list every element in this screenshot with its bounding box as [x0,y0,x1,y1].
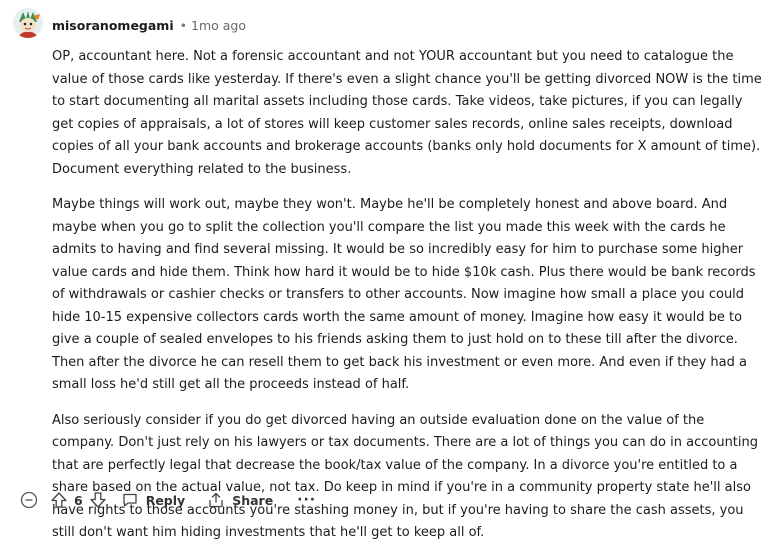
comment-paragraph-2: Maybe things will work out, maybe they w… [52,197,756,392]
vote-count: 6 [74,492,83,508]
comment-paragraph-3: Also seriously consider if you do get di… [52,412,759,541]
share-button[interactable]: Share [207,491,273,509]
collapse-icon[interactable] [20,491,38,509]
username-link[interactable]: misoranomegami [52,18,174,33]
share-icon [207,491,225,509]
reply-button[interactable]: Reply [121,491,185,509]
vote-controls: 6 [50,491,107,509]
comment-action-bar: 6 Reply Share ··· [20,487,316,513]
share-label: Share [232,492,274,508]
more-options-icon[interactable]: ··· [297,492,316,508]
comment-bubble-icon [121,491,139,509]
upvote-arrow-icon[interactable] [50,491,68,509]
downvote-arrow-icon[interactable] [89,491,107,509]
comment-meta: misoranomegami • 1mo ago [52,17,246,35]
user-avatar[interactable] [13,8,43,38]
reply-label: Reply [145,492,186,508]
comment-timestamp[interactable]: 1mo ago [191,18,246,33]
comment-paragraph-1: OP, accountant here. Not a forensic acco… [52,49,762,177]
meta-separator: • [179,18,187,33]
comment-body: OP, accountant here. Not a forensic acco… [52,46,764,558]
